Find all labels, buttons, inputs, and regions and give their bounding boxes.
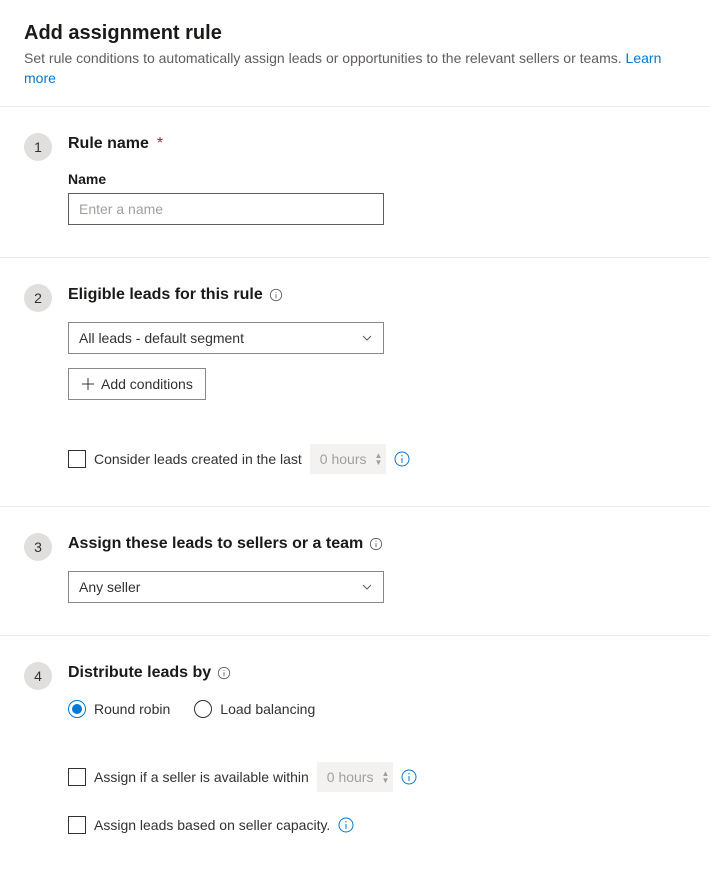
availability-checkbox[interactable]	[68, 768, 86, 786]
radio-round-robin[interactable]: Round robin	[68, 700, 170, 718]
availability-row: Assign if a seller is available within 0…	[68, 762, 686, 792]
rule-name-input[interactable]	[68, 193, 384, 225]
info-icon[interactable]	[401, 769, 417, 785]
step-badge-1: 1	[24, 133, 52, 161]
section-eligible-leads: 2 Eligible leads for this rule All leads…	[0, 258, 710, 506]
segment-select[interactable]: All leads - default segment	[68, 322, 384, 354]
radio-button	[194, 700, 212, 718]
chevron-down-icon	[361, 332, 373, 344]
hours-spinner[interactable]: 0 hours ▲▼	[310, 444, 387, 474]
info-icon[interactable]	[217, 666, 231, 680]
spinner-arrows[interactable]: ▲▼	[375, 452, 383, 466]
section-distribute: 4 Distribute leads by Round robin Load b…	[0, 636, 710, 866]
section-title-eligible-leads: Eligible leads for this rule	[68, 286, 686, 304]
step-badge-4: 4	[24, 662, 52, 690]
capacity-label: Assign leads based on seller capacity.	[94, 817, 330, 833]
section-assign-leads: 3 Assign these leads to sellers or a tea…	[0, 507, 710, 635]
availability-hours-spinner[interactable]: 0 hours ▲▼	[317, 762, 394, 792]
name-label: Name	[68, 171, 686, 187]
capacity-checkbox[interactable]	[68, 816, 86, 834]
distribute-radio-group: Round robin Load balancing	[68, 700, 686, 718]
info-icon[interactable]	[369, 537, 383, 551]
info-icon[interactable]	[338, 817, 354, 833]
section-title-rule-name: Rule name*	[68, 135, 686, 153]
radio-load-balancing[interactable]: Load balancing	[194, 700, 315, 718]
assign-select[interactable]: Any seller	[68, 571, 384, 603]
step-badge-3: 3	[24, 533, 52, 561]
capacity-row: Assign leads based on seller capacity.	[68, 816, 686, 834]
consider-leads-row: Consider leads created in the last 0 hou…	[68, 444, 686, 474]
info-icon[interactable]	[269, 288, 283, 302]
availability-label: Assign if a seller is available within	[94, 769, 309, 785]
plus-icon	[81, 377, 95, 391]
add-conditions-button[interactable]: Add conditions	[68, 368, 206, 400]
consider-leads-checkbox[interactable]	[68, 450, 86, 468]
section-title-distribute: Distribute leads by	[68, 664, 686, 682]
section-title-assign-leads: Assign these leads to sellers or a team	[68, 535, 686, 553]
radio-button-selected	[68, 700, 86, 718]
page-title: Add assignment rule	[24, 22, 686, 45]
section-rule-name: 1 Rule name* Name	[0, 107, 710, 257]
step-badge-2: 2	[24, 284, 52, 312]
spinner-arrows[interactable]: ▲▼	[381, 770, 389, 784]
consider-leads-label: Consider leads created in the last	[94, 451, 302, 467]
required-asterisk: *	[157, 135, 163, 153]
page-subtitle: Set rule conditions to automatically ass…	[24, 49, 686, 88]
page-header: Add assignment rule Set rule conditions …	[0, 0, 710, 106]
chevron-down-icon	[361, 581, 373, 593]
info-icon[interactable]	[394, 451, 410, 467]
